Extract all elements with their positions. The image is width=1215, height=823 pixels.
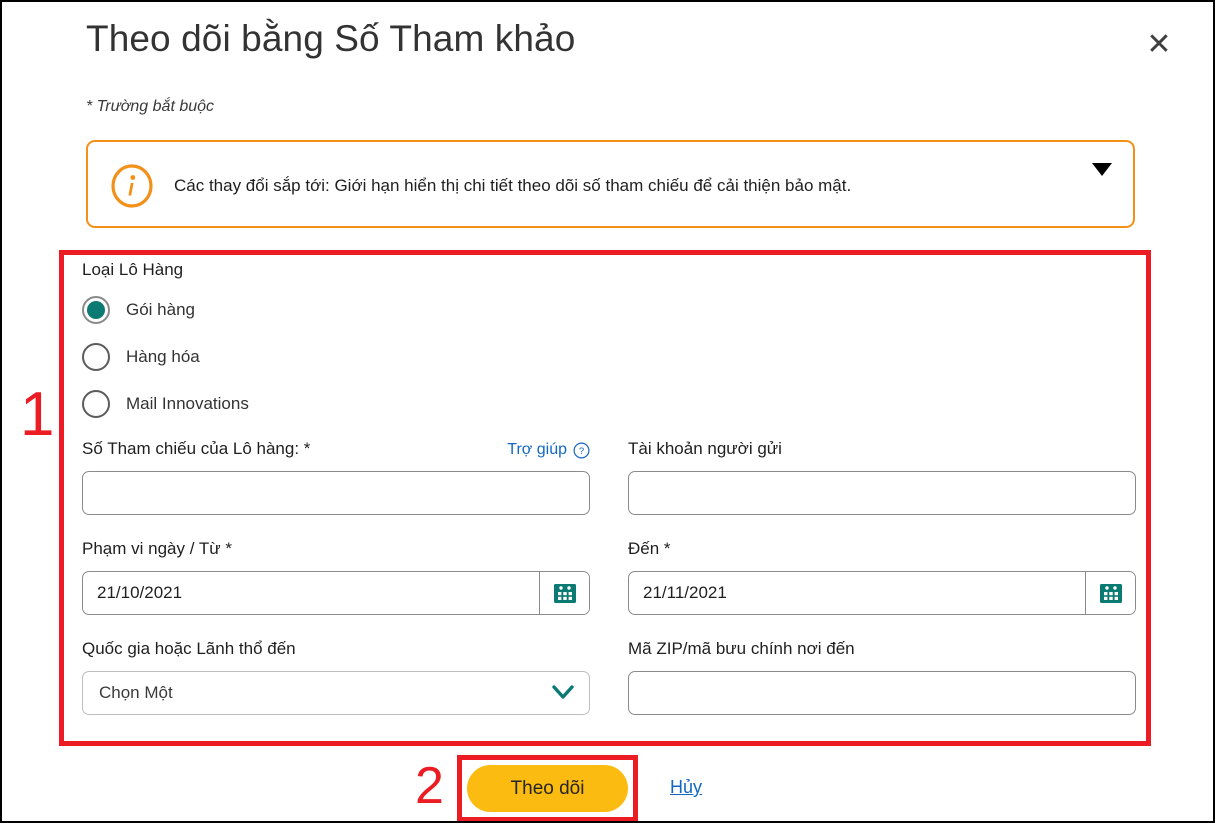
radio-option-package[interactable]: Gói hàng xyxy=(82,290,362,329)
help-link-label: Trợ giúp xyxy=(507,441,567,458)
field-row-destination: Quốc gia hoặc Lãnh thổ đến Chọn Một Mã Z… xyxy=(82,639,1142,715)
radio-icon-unselected[interactable] xyxy=(82,389,110,418)
destination-country-value: Chọn Một xyxy=(99,683,173,702)
annotation-label-step-two: 2 xyxy=(415,757,444,815)
svg-text:?: ? xyxy=(579,446,584,457)
destination-zip-input[interactable] xyxy=(628,671,1136,715)
question-circle-icon: ? xyxy=(573,441,590,459)
date-from-input[interactable] xyxy=(82,571,590,615)
tracking-form: Loại Lô Hàng Gói hàng Hàng hóa Mail Inno… xyxy=(82,260,1142,715)
cancel-link[interactable]: Hủy xyxy=(670,777,702,798)
radio-label-freight: Hàng hóa xyxy=(126,346,200,366)
label-date-to: Đến * xyxy=(628,539,671,558)
field-date-to: Đến * xyxy=(628,539,1136,615)
date-to-input[interactable] xyxy=(628,571,1136,615)
label-date-from: Phạm vi ngày / Từ * xyxy=(82,539,232,558)
close-icon[interactable]: ✕ xyxy=(1141,27,1177,63)
radio-label-package: Gói hàng xyxy=(126,299,195,319)
shipment-type-label: Loại Lô Hàng xyxy=(82,260,184,279)
label-shipper-account: Tài khoản người gửi xyxy=(628,439,782,458)
tracking-dialog: Theo dõi bằng Số Tham khảo ✕ * Trường bắ… xyxy=(0,0,1215,823)
calendar-icon-to[interactable] xyxy=(1085,572,1135,614)
required-fields-note: * Trường bắt buộc xyxy=(86,98,215,115)
reference-number-input[interactable] xyxy=(82,471,590,515)
field-destination-zip: Mã ZIP/mã bưu chính nơi đến xyxy=(628,639,1136,715)
field-reference-number: Số Tham chiếu của Lô hàng: * Trợ giúp ? xyxy=(82,439,590,515)
radio-option-freight[interactable]: Hàng hóa xyxy=(82,337,362,376)
info-alert-banner: Các thay đổi sắp tới: Giới hạn hiển thị … xyxy=(86,140,1135,228)
calendar-icon-from[interactable] xyxy=(539,572,589,614)
chevron-down-icon[interactable] xyxy=(1089,159,1115,179)
help-link[interactable]: Trợ giúp ? xyxy=(507,441,590,459)
label-destination-zip: Mã ZIP/mã bưu chính nơi đến xyxy=(628,639,855,658)
info-icon xyxy=(110,164,154,208)
label-destination-country: Quốc gia hoặc Lãnh thổ đến xyxy=(82,639,296,658)
destination-country-select[interactable]: Chọn Một xyxy=(82,671,590,715)
radio-option-mail-innovations[interactable]: Mail Innovations xyxy=(82,384,362,423)
field-row-dates: Phạm vi ngày / Từ * 21/10/2021 Đến * 21/… xyxy=(82,539,1142,615)
form-fields: Số Tham chiếu của Lô hàng: * Trợ giúp ? xyxy=(82,439,1142,715)
radio-label-mail-innovations: Mail Innovations xyxy=(126,393,249,413)
field-destination-country: Quốc gia hoặc Lãnh thổ đến Chọn Một xyxy=(82,639,590,715)
radio-icon-selected[interactable] xyxy=(82,295,110,324)
field-shipper-account: Tài khoản người gửi xyxy=(628,439,1136,515)
radio-dot xyxy=(87,300,105,319)
track-button[interactable]: Theo dõi xyxy=(467,765,628,812)
page-title: Theo dõi bằng Số Tham khảo xyxy=(86,18,576,59)
label-reference-number: Số Tham chiếu của Lô hàng: * xyxy=(82,439,311,458)
field-date-from: Phạm vi ngày / Từ * xyxy=(82,539,590,615)
radio-icon-unselected[interactable] xyxy=(82,342,110,371)
field-row-reference: Số Tham chiếu của Lô hàng: * Trợ giúp ? xyxy=(82,439,1142,515)
shipper-account-input[interactable] xyxy=(628,471,1136,515)
annotation-label-step-one: 1 xyxy=(20,380,55,449)
alert-message: Các thay đổi sắp tới: Giới hạn hiển thị … xyxy=(174,176,852,195)
